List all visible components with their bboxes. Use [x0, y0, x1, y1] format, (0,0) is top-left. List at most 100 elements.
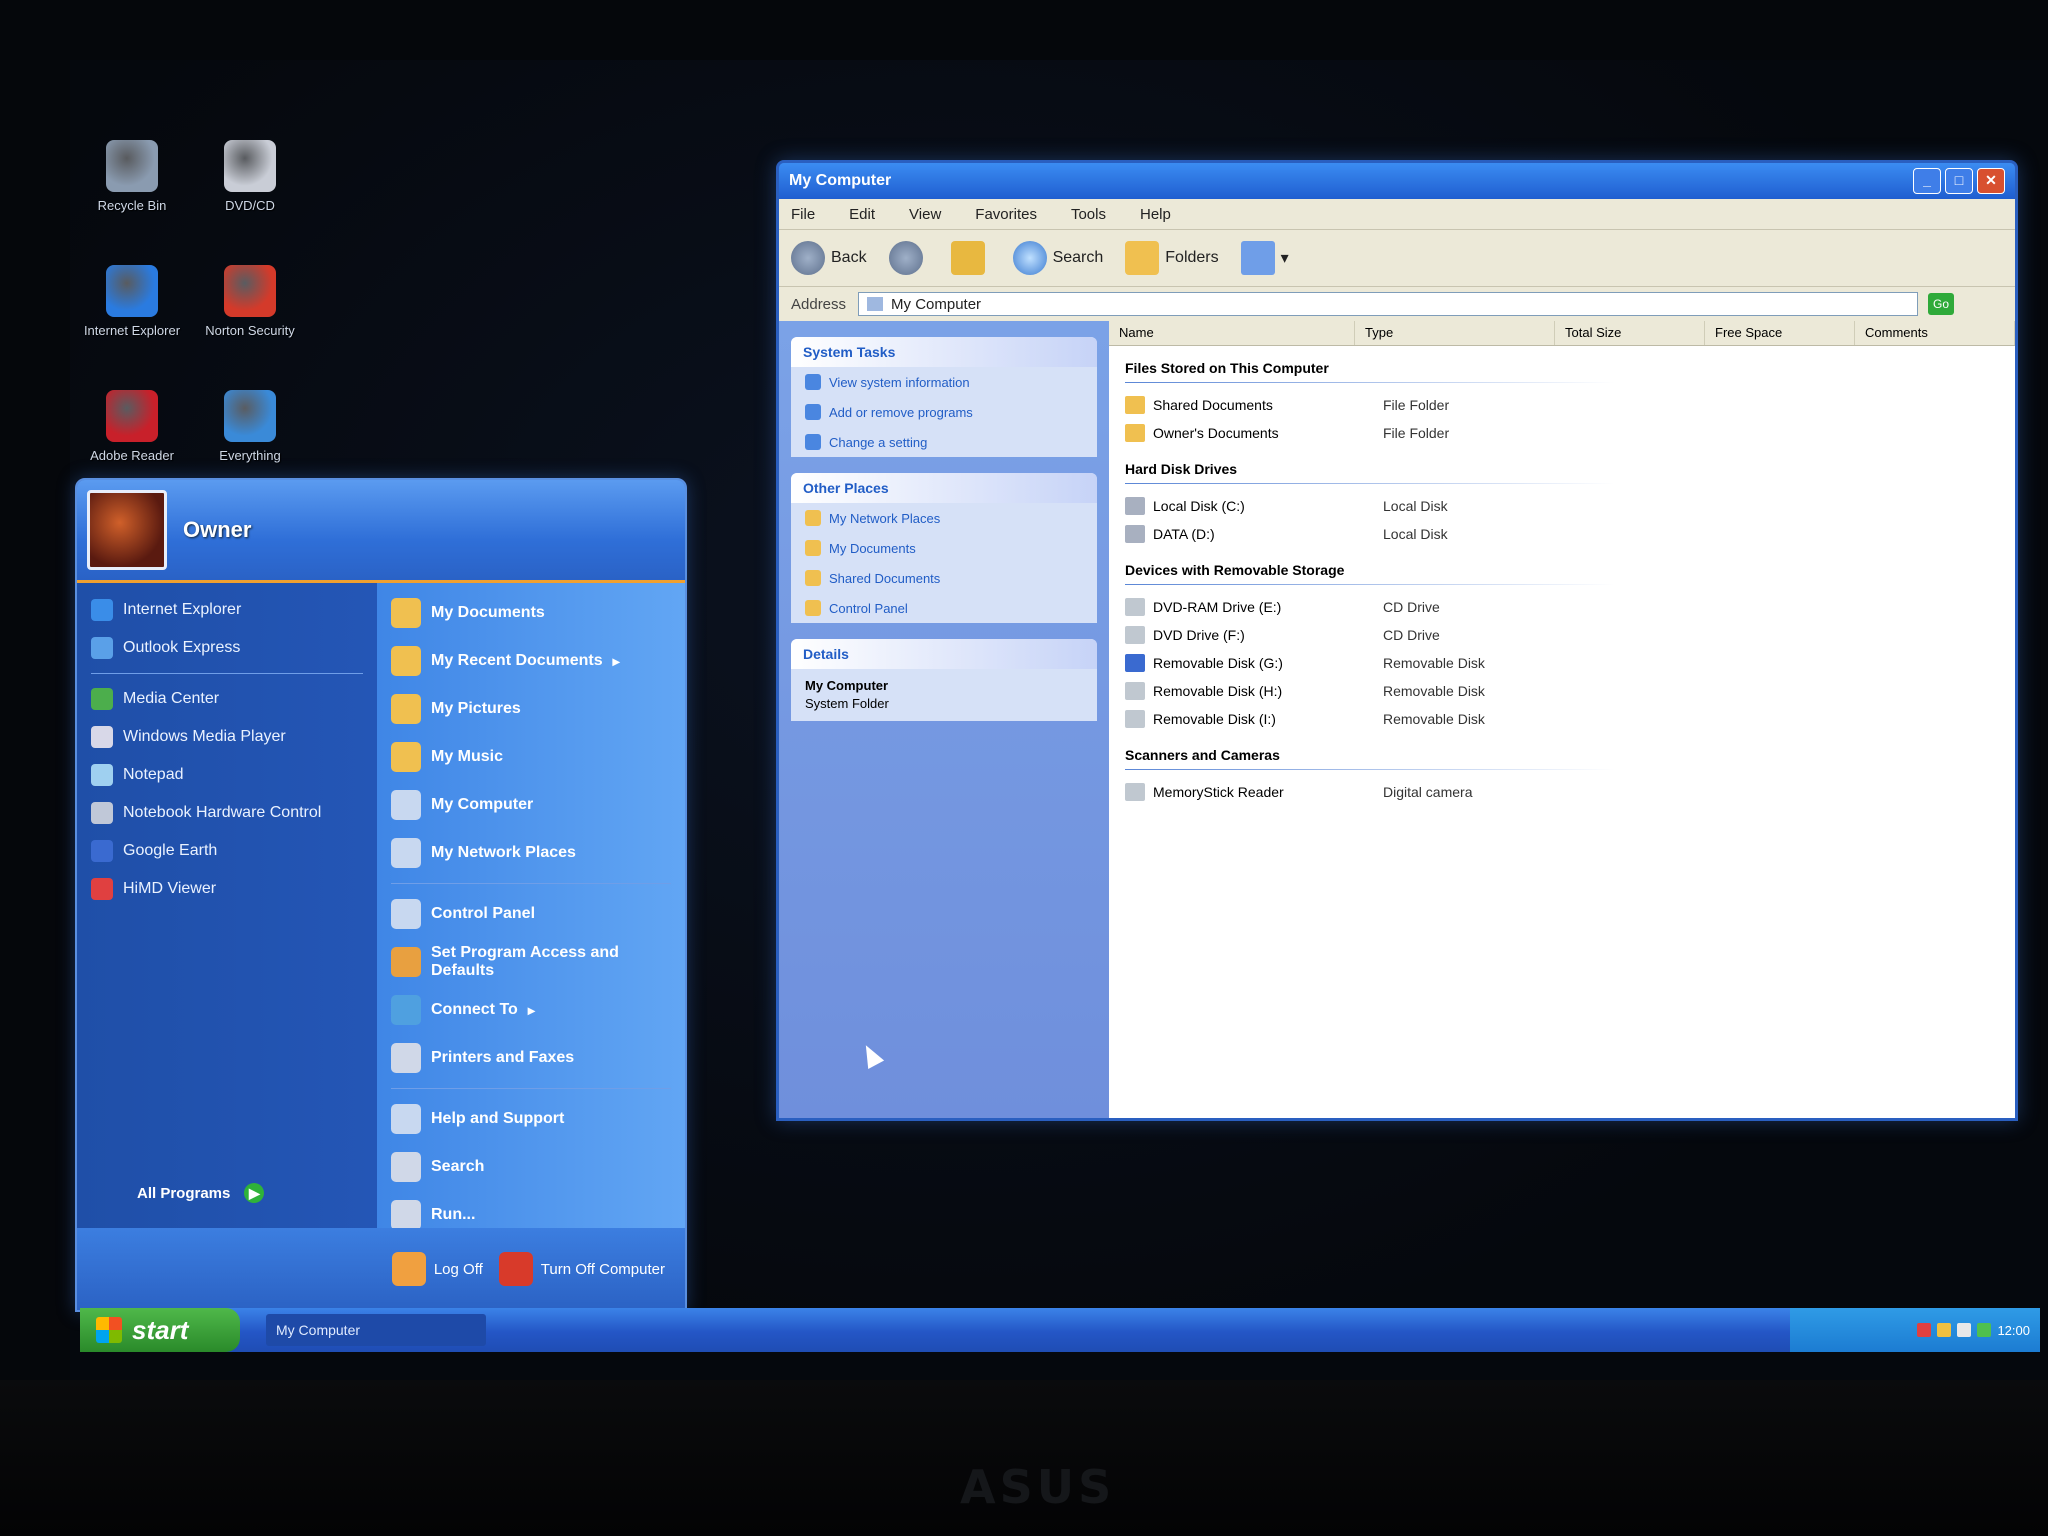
column-header-comments[interactable]: Comments: [1855, 321, 2015, 345]
column-header-free-space[interactable]: Free Space: [1705, 321, 1855, 345]
start-menu-item-notepad[interactable]: Notepad: [77, 756, 377, 794]
back-button[interactable]: Back: [791, 241, 867, 275]
window-controls: _ □ ✕: [1909, 168, 2005, 194]
desktop-icon-dvd-cd[interactable]: DVD/CD: [190, 140, 310, 213]
start-menu-item-set-program-access-and-defaults[interactable]: Set Program Access and Defaults: [377, 938, 685, 986]
task-link-add-or-remove-programs[interactable]: Add or remove programs: [791, 397, 1097, 427]
back-icon: [791, 241, 825, 275]
desktop-icon-recycle-bin[interactable]: Recycle Bin: [72, 140, 192, 213]
pictures-icon: [391, 694, 421, 724]
maximize-button[interactable]: □: [1945, 168, 1973, 194]
close-button[interactable]: ✕: [1977, 168, 2005, 194]
start-menu-item-printers-and-faxes[interactable]: Printers and Faxes: [377, 1034, 685, 1082]
minimize-button[interactable]: _: [1913, 168, 1941, 194]
task-link-change-a-setting[interactable]: Change a setting: [791, 427, 1097, 457]
tray-icon[interactable]: [1937, 1323, 1952, 1337]
taskbar-item-my-computer[interactable]: My Computer: [266, 1314, 486, 1346]
start-menu-item-himd-viewer[interactable]: HiMD Viewer: [77, 870, 377, 908]
start-menu-item-my-music[interactable]: My Music: [377, 733, 685, 781]
item-name: MemoryStick Reader: [1153, 784, 1284, 800]
desktop-icon-norton-security[interactable]: Norton Security: [190, 265, 310, 338]
search-button[interactable]: Search: [1012, 241, 1103, 275]
menu-help[interactable]: Help: [1140, 206, 1171, 223]
start-menu-item-my-documents[interactable]: My Documents: [377, 589, 685, 637]
column-header-type[interactable]: Type: [1355, 321, 1555, 345]
menu-tools[interactable]: Tools: [1071, 206, 1106, 223]
explorer-window[interactable]: My Computer _ □ ✕ File Edit View Favorites T…: [776, 160, 2018, 1121]
views-icon: [1240, 241, 1275, 275]
start-menu-item-help-and-support[interactable]: Help and Support: [377, 1095, 685, 1143]
go-button[interactable]: Go: [1928, 293, 1955, 315]
start-menu-item-connect-to[interactable]: Connect To ▸: [377, 986, 685, 1034]
menu-favorites[interactable]: Favorites: [975, 206, 1037, 223]
start-menu-item-label: My Pictures: [431, 700, 521, 717]
tray-icon[interactable]: [1917, 1323, 1932, 1337]
item-type: Removable Disk: [1383, 711, 1485, 727]
start-menu-item-my-computer[interactable]: My Computer: [377, 781, 685, 829]
up-button[interactable]: [950, 241, 991, 275]
separator: [391, 883, 671, 884]
connect-icon: [391, 995, 421, 1025]
desktop-icon-everything[interactable]: Everything: [190, 390, 310, 463]
drive-row-removable-disk-i[interactable]: Removable Disk (I:) Removable Disk: [1109, 705, 2015, 733]
start-menu-item-media-center[interactable]: Media Center: [77, 680, 377, 718]
drive-row-owner-s-documents[interactable]: Owner's Documents File Folder: [1109, 419, 2015, 447]
menu-edit[interactable]: Edit: [849, 206, 875, 223]
start-menu-item-my-recent-documents[interactable]: My Recent Documents ▸: [377, 637, 685, 685]
details-header[interactable]: Details: [791, 639, 1097, 669]
forward-icon: [888, 241, 923, 275]
drive-row-dvd-ram-drive-e[interactable]: DVD-RAM Drive (E:) CD Drive: [1109, 593, 2015, 621]
tray-icon[interactable]: [1977, 1323, 1992, 1337]
drive-row-memorystick-reader[interactable]: MemoryStick Reader Digital camera: [1109, 778, 2015, 806]
desktop-icon-adobe-reader[interactable]: Adobe Reader: [72, 390, 192, 463]
views-button[interactable]: ▾: [1240, 241, 1289, 275]
forward-button[interactable]: [888, 241, 929, 275]
start-menu-item-google-earth[interactable]: Google Earth: [77, 832, 377, 870]
tray-icon[interactable]: [1957, 1323, 1972, 1337]
start-menu-item-my-pictures[interactable]: My Pictures: [377, 685, 685, 733]
other-places-header[interactable]: Other Places: [791, 473, 1097, 503]
drive-row-removable-disk-h[interactable]: Removable Disk (H:) Removable Disk: [1109, 677, 2015, 705]
column-header-total-size[interactable]: Total Size: [1555, 321, 1705, 345]
start-menu-item-control-panel[interactable]: Control Panel: [377, 890, 685, 938]
task-link-control-panel[interactable]: Control Panel: [791, 593, 1097, 623]
start-menu-item-label: Connect To: [431, 1001, 518, 1018]
column-header-name[interactable]: Name: [1109, 321, 1355, 345]
start-menu-item-windows-media-player[interactable]: Windows Media Player: [77, 718, 377, 756]
start-menu-item-my-network-places[interactable]: My Network Places: [377, 829, 685, 877]
log-off-button[interactable]: Log Off: [391, 1252, 483, 1286]
task-link-label: View system information: [829, 374, 970, 390]
add-or-remove-programs-icon: [805, 404, 821, 420]
drive-row-data-d[interactable]: DATA (D:) Local Disk: [1109, 520, 2015, 548]
clock[interactable]: 12:00: [1997, 1323, 2030, 1338]
turn-off-button[interactable]: Turn Off Computer: [498, 1252, 665, 1286]
task-link-my-network-places[interactable]: My Network Places: [791, 503, 1097, 533]
item-type: Digital camera: [1383, 784, 1473, 800]
task-link-view-system-information[interactable]: View system information: [791, 367, 1097, 397]
start-menu-item-internet-explorer[interactable]: Internet Explorer: [77, 591, 377, 629]
group-title-scanners-and-cameras: Scanners and Cameras: [1125, 747, 1280, 763]
all-programs-button[interactable]: All Programs ▶: [137, 1183, 265, 1203]
start-menu-item-notebook-hardware-control[interactable]: Notebook Hardware Control: [77, 794, 377, 832]
start-menu-item-label: Set Program Access and Defaults: [431, 944, 619, 979]
folders-button[interactable]: Folders: [1125, 241, 1219, 275]
start-menu-item-outlook-express[interactable]: Outlook Express: [77, 629, 377, 667]
system-tasks-header[interactable]: System Tasks: [791, 337, 1097, 367]
start-menu-item-label: My Documents: [431, 604, 545, 621]
start-menu-item-search[interactable]: Search: [377, 1143, 685, 1191]
desktop-icon-internet-explorer[interactable]: Internet Explorer: [72, 265, 192, 338]
drive-row-local-disk-c[interactable]: Local Disk (C:) Local Disk: [1109, 492, 2015, 520]
window-titlebar[interactable]: My Computer _ □ ✕: [779, 163, 2015, 199]
menu-file[interactable]: File: [791, 206, 815, 223]
address-input[interactable]: My Computer: [858, 292, 1919, 316]
drive-row-removable-disk-g[interactable]: Removable Disk (G:) Removable Disk: [1109, 649, 2015, 677]
menu-view[interactable]: View: [909, 206, 941, 223]
task-link-my-documents[interactable]: My Documents: [791, 533, 1097, 563]
start-menu-item-label: Control Panel: [431, 905, 536, 922]
drive-row-shared-documents[interactable]: Shared Documents File Folder: [1109, 391, 2015, 419]
start-menu-item-label: Help and Support: [431, 1110, 565, 1127]
drive-row-dvd-drive-f[interactable]: DVD Drive (F:) CD Drive: [1109, 621, 2015, 649]
start-button[interactable]: start: [80, 1308, 240, 1352]
task-link-shared-documents[interactable]: Shared Documents: [791, 563, 1097, 593]
ie-icon: [91, 599, 113, 621]
